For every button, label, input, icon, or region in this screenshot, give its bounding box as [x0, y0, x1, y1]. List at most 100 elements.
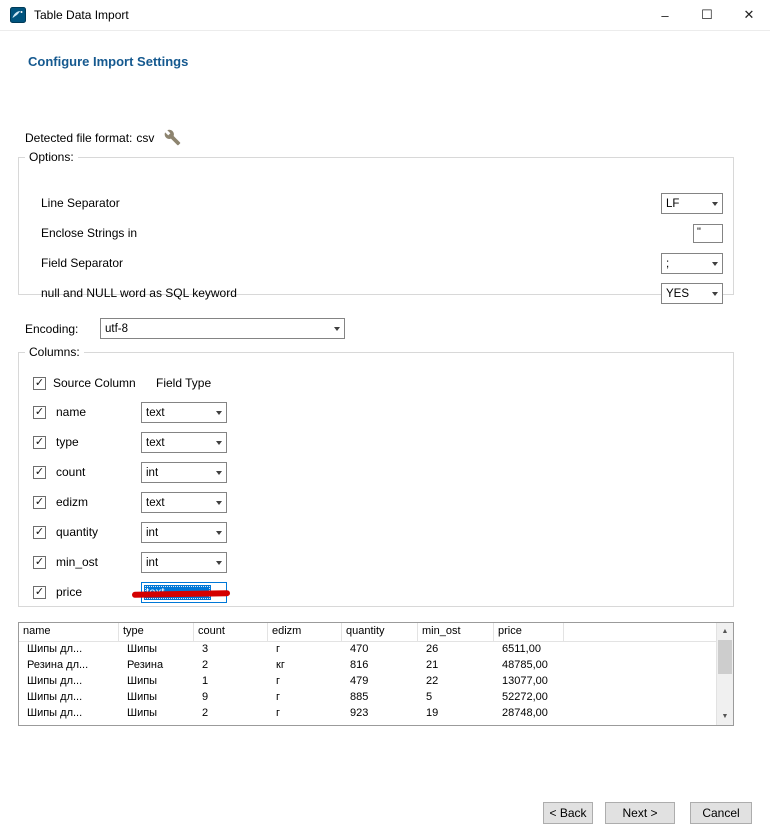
- detected-format-label: Detected file format:: [25, 131, 132, 145]
- cell: 28748,00: [494, 706, 564, 722]
- field-separator-label: Field Separator: [41, 256, 123, 270]
- cell: Резина дл...: [19, 658, 119, 674]
- columns-group-label: Columns:: [25, 345, 84, 359]
- back-button[interactable]: < Back: [543, 802, 593, 824]
- columns-group: Columns: ✓ Source Column Field Type ✓ na…: [18, 345, 734, 607]
- chevron-down-icon: [211, 553, 226, 572]
- cell: Шипы: [119, 642, 194, 658]
- check-icon: ✓: [35, 378, 44, 389]
- chevron-down-icon: [329, 319, 344, 338]
- field-type-select[interactable]: text: [141, 492, 227, 513]
- column-header: type: [119, 623, 194, 641]
- column-name: min_ost: [56, 555, 98, 569]
- column-name: count: [56, 465, 85, 479]
- column-header: edizm: [268, 623, 342, 641]
- column-row-name: ✓ name text: [19, 402, 733, 423]
- vertical-scrollbar[interactable]: ▲ ▼: [716, 623, 733, 725]
- column-name: quantity: [56, 525, 98, 539]
- column-row-quantity: ✓ quantity int: [19, 522, 733, 543]
- preview-table: name type count edizm quantity min_ost p…: [18, 622, 734, 726]
- field-type-select[interactable]: int: [141, 462, 227, 483]
- encoding-select[interactable]: utf-8: [100, 318, 345, 339]
- column-checkbox[interactable]: ✓: [33, 586, 46, 599]
- table-row: Шипы дл... Шипы 9 г 885 5 52272,00: [19, 690, 716, 706]
- cell: Шипы дл...: [19, 706, 119, 722]
- enclose-strings-row: Enclose Strings in ": [19, 223, 733, 244]
- cell: 13077,00: [494, 674, 564, 690]
- chevron-down-icon: [707, 194, 722, 213]
- field-separator-row: Field Separator ;: [19, 253, 733, 274]
- check-icon: ✓: [35, 557, 44, 568]
- table-row: Шипы дл... Шипы 1 г 479 22 13077,00: [19, 674, 716, 690]
- wrench-icon[interactable]: [164, 129, 181, 146]
- field-type-select[interactable]: int: [141, 552, 227, 573]
- column-checkbox[interactable]: ✓: [33, 436, 46, 449]
- column-checkbox[interactable]: ✓: [33, 406, 46, 419]
- cell: 3: [194, 642, 268, 658]
- chevron-down-icon: [211, 493, 226, 512]
- field-type-select[interactable]: text: [141, 432, 227, 453]
- cell: 19: [418, 706, 494, 722]
- cell: г: [268, 674, 342, 690]
- cell: 816: [342, 658, 418, 674]
- check-icon: ✓: [35, 467, 44, 478]
- title-bar: Table Data Import – ☐ ✕: [0, 0, 770, 31]
- cell: 52272,00: [494, 690, 564, 706]
- columns-header-row: ✓ Source Column Field Type: [19, 375, 733, 395]
- column-name: edizm: [56, 495, 88, 509]
- table-row: Резина дл... Резина 2 кг 816 21 48785,00: [19, 658, 716, 674]
- column-row-count: ✓ count int: [19, 462, 733, 483]
- line-separator-row: Line Separator LF: [19, 193, 733, 214]
- enclose-strings-input[interactable]: ": [693, 224, 723, 243]
- scroll-up-icon[interactable]: ▲: [717, 623, 733, 640]
- options-group-label: Options:: [25, 150, 78, 164]
- column-checkbox[interactable]: ✓: [33, 526, 46, 539]
- scrollbar-thumb[interactable]: [718, 640, 732, 674]
- column-header: min_ost: [418, 623, 494, 641]
- close-button[interactable]: ✕: [728, 0, 770, 30]
- next-button[interactable]: Next >: [605, 802, 675, 824]
- column-checkbox[interactable]: ✓: [33, 466, 46, 479]
- maximize-button[interactable]: ☐: [686, 0, 728, 30]
- line-separator-select[interactable]: LF: [661, 193, 723, 214]
- field-type-select[interactable]: int: [141, 522, 227, 543]
- cell: г: [268, 642, 342, 658]
- column-header: count: [194, 623, 268, 641]
- cell: Шипы: [119, 690, 194, 706]
- chevron-down-icon: [707, 254, 722, 273]
- column-name: name: [56, 405, 86, 419]
- column-header-filler: [564, 623, 716, 641]
- check-icon: ✓: [35, 497, 44, 508]
- table-row: Шипы дл... Шипы 3 г 470 26 6511,00: [19, 642, 716, 658]
- field-separator-select[interactable]: ;: [661, 253, 723, 274]
- line-separator-label: Line Separator: [41, 196, 120, 210]
- null-keyword-select[interactable]: YES: [661, 283, 723, 304]
- check-icon: ✓: [35, 587, 44, 598]
- table-row: Шипы дл... Шипы 2 г 923 19 28748,00: [19, 706, 716, 722]
- select-all-checkbox[interactable]: ✓: [33, 377, 46, 390]
- cell: Шипы: [119, 706, 194, 722]
- detected-file-format: Detected file format: csv: [25, 129, 181, 146]
- window-controls: – ☐ ✕: [644, 0, 770, 30]
- check-icon: ✓: [35, 437, 44, 448]
- cell: Шипы дл...: [19, 690, 119, 706]
- column-row-edizm: ✓ edizm text: [19, 492, 733, 513]
- column-checkbox[interactable]: ✓: [33, 556, 46, 569]
- cell: 21: [418, 658, 494, 674]
- field-type-select[interactable]: text: [141, 402, 227, 423]
- cell: 923: [342, 706, 418, 722]
- encoding-label: Encoding:: [25, 322, 78, 336]
- cell: 2: [194, 706, 268, 722]
- cell: 479: [342, 674, 418, 690]
- enclose-strings-label: Enclose Strings in: [41, 226, 137, 240]
- check-icon: ✓: [35, 407, 44, 418]
- column-header: name: [19, 623, 119, 641]
- scroll-down-icon[interactable]: ▼: [717, 708, 733, 725]
- column-row-min-ost: ✓ min_ost int: [19, 552, 733, 573]
- minimize-button[interactable]: –: [644, 0, 686, 30]
- cell: Шипы: [119, 674, 194, 690]
- cancel-button[interactable]: Cancel: [690, 802, 752, 824]
- column-checkbox[interactable]: ✓: [33, 496, 46, 509]
- window-title: Table Data Import: [34, 8, 129, 22]
- chevron-down-icon: [211, 403, 226, 422]
